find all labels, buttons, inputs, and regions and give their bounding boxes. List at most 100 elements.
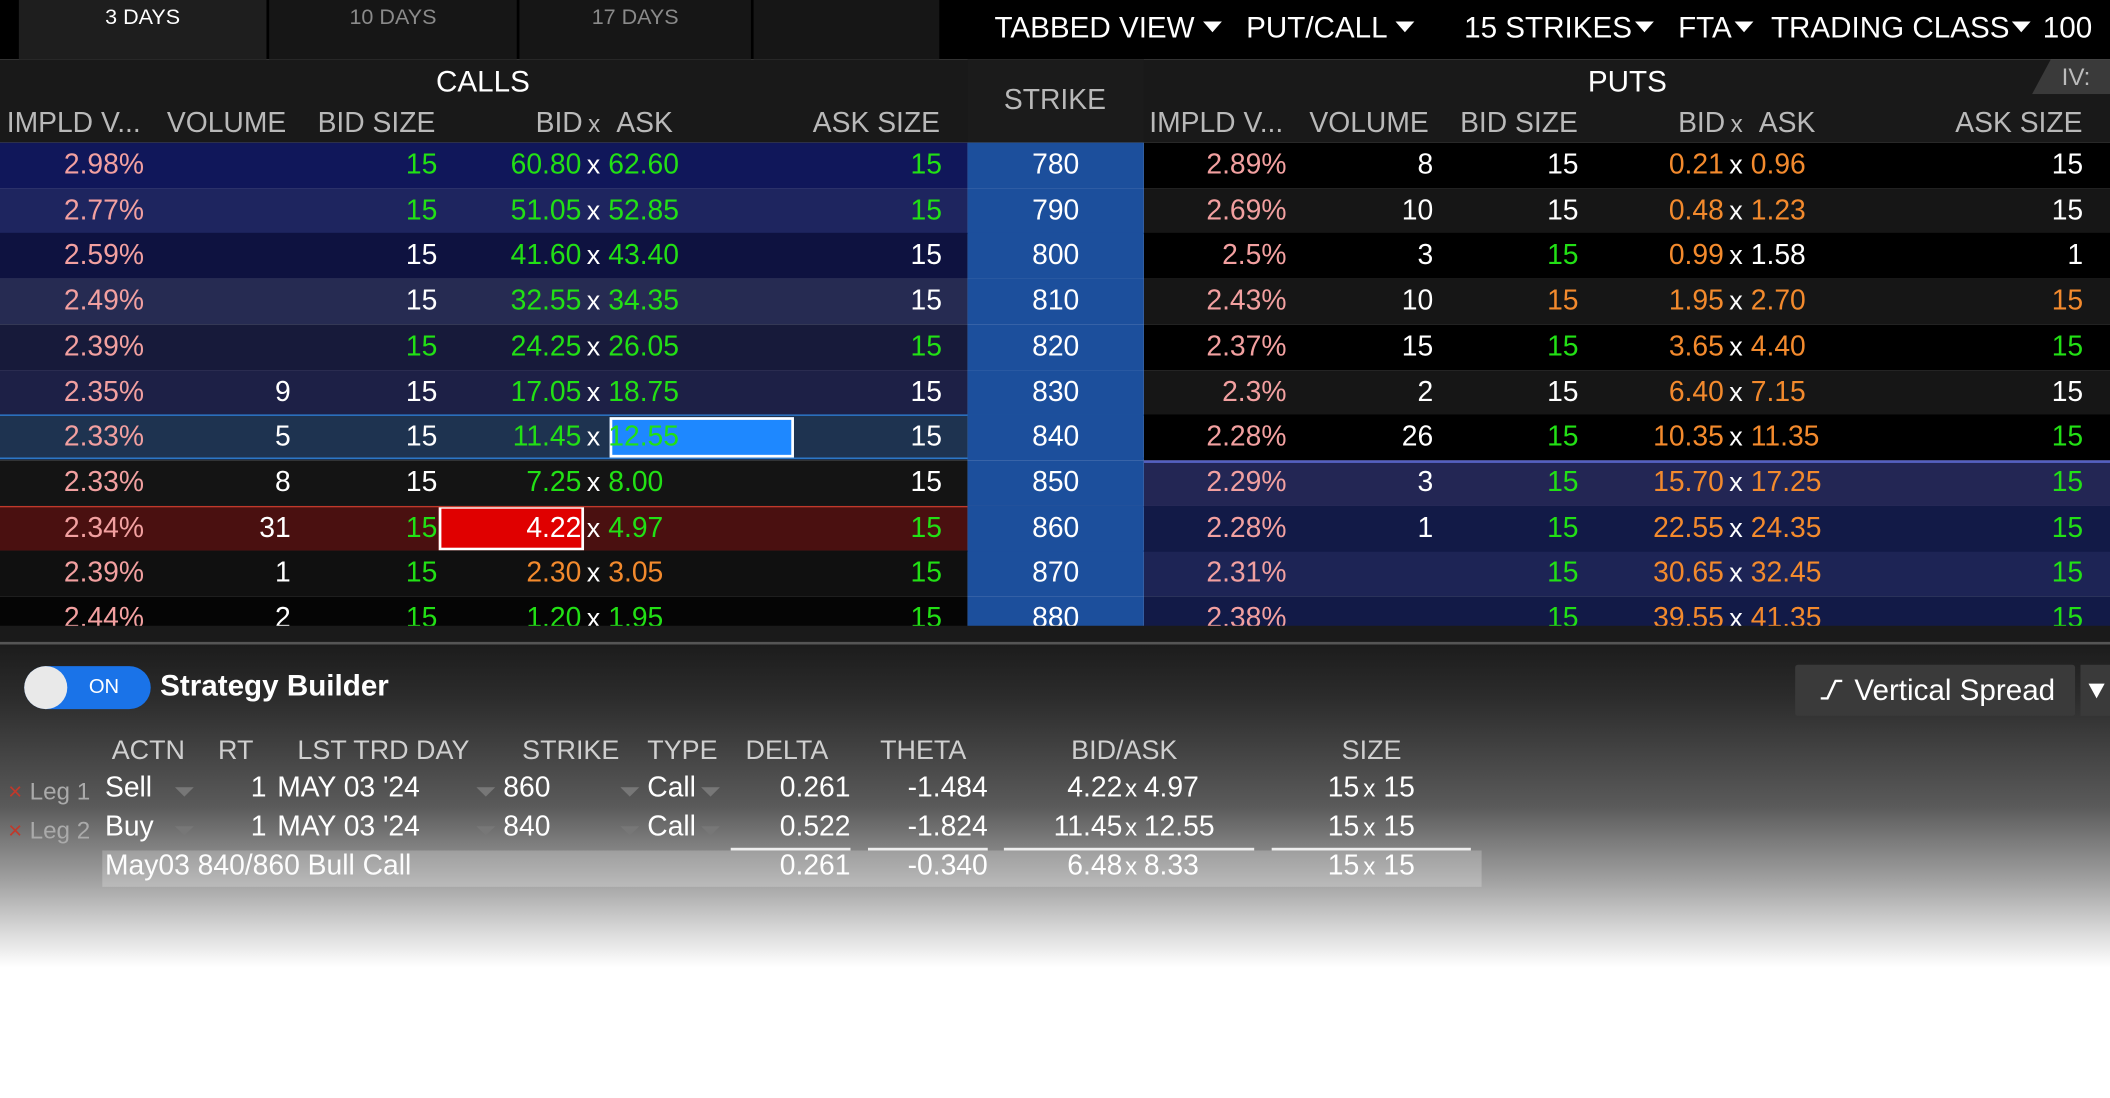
call-bid-size[interactable]: 15 xyxy=(336,188,437,234)
put-ask-size[interactable]: 15 xyxy=(1951,279,2083,325)
remove-leg-icon[interactable]: × xyxy=(8,817,22,845)
strike-price[interactable]: 810 xyxy=(967,278,1144,325)
call-implied-vol[interactable]: 2.49% xyxy=(0,279,144,325)
put-ask-size[interactable]: 15 xyxy=(1951,324,2083,370)
call-bid[interactable]: 11.45 xyxy=(444,415,582,461)
put-ask[interactable]: 0.96 xyxy=(1751,143,1806,189)
put-ask-size[interactable]: 15 xyxy=(1951,551,2083,597)
put-volume[interactable]: 2 xyxy=(1319,369,1433,415)
leg-strike[interactable]: 860 xyxy=(503,772,550,804)
call-bid-size[interactable]: 15 xyxy=(336,143,437,189)
strike-price[interactable]: 830 xyxy=(967,369,1144,416)
chain-row[interactable]: 2.49% 15 32.55 x 34.35 15 810 2.43% 10 15 1.95 x 2.7… xyxy=(0,278,2110,325)
leg-type[interactable]: Call xyxy=(647,772,696,804)
call-ask[interactable]: 3.05 xyxy=(608,551,663,597)
call-bid[interactable]: 2.30 xyxy=(444,551,581,597)
call-implied-vol[interactable]: 2.33% xyxy=(0,460,144,506)
put-bid[interactable]: 6.40 xyxy=(1588,369,1724,415)
call-bid[interactable]: 41.60 xyxy=(444,233,582,279)
put-bid[interactable]: 0.99 xyxy=(1588,233,1724,279)
call-bid-size[interactable]: 15 xyxy=(336,505,437,551)
tab-10-days[interactable]: 10 DAYS xyxy=(269,0,517,60)
put-bid-size-header[interactable]: BID SIZE xyxy=(1460,108,1578,140)
strike-column-header[interactable]: STRIKE xyxy=(1004,85,1106,117)
call-ask[interactable]: 62.60 xyxy=(608,143,679,189)
chevron-down-icon[interactable] xyxy=(476,787,496,797)
call-volume-header[interactable]: VOLUME xyxy=(167,108,286,140)
strikes-dropdown[interactable]: 15 STRIKES xyxy=(1464,11,1654,46)
call-implied-vol[interactable]: 2.34% xyxy=(0,505,144,551)
put-ask[interactable]: 11.35 xyxy=(1751,415,1820,461)
call-bid-size[interactable]: 15 xyxy=(336,369,437,415)
chain-row[interactable]: 2.39% 15 24.25 x 26.05 15 820 2.37% 15 15 3.65 x 4.4… xyxy=(0,324,2110,370)
call-ask-size[interactable]: 15 xyxy=(807,505,942,551)
chain-row[interactable]: 2.59% 15 41.60 x 43.40 15 800 2.5% 3 15 0.99 x 1.58 1 xyxy=(0,233,2110,280)
put-ask[interactable]: 2.70 xyxy=(1751,279,1806,325)
put-implied-vol[interactable]: 2.37% xyxy=(1144,324,1286,370)
put-ask-size[interactable]: 15 xyxy=(1951,369,2083,415)
put-implied-vol[interactable]: 2.31% xyxy=(1144,551,1286,597)
chain-row[interactable]: 2.77% 15 51.05 x 52.85 15 790 2.69% 10 15 0.48 x 1.2… xyxy=(0,187,2110,234)
call-bid-header[interactable]: BID xyxy=(536,108,583,140)
strategy-builder-toggle[interactable]: ON xyxy=(24,666,151,710)
tab-3-days[interactable]: 3 DAYS xyxy=(18,0,267,60)
put-bid[interactable]: 30.65 xyxy=(1588,551,1724,597)
call-implied-vol[interactable]: 2.77% xyxy=(0,188,144,234)
call-ask-size[interactable]: 15 xyxy=(807,551,942,597)
put-volume[interactable]: 1 xyxy=(1319,505,1433,551)
put-implied-vol[interactable]: 2.29% xyxy=(1144,460,1286,506)
put-ask-size[interactable]: 15 xyxy=(1951,143,2083,189)
put-iv-header[interactable]: IMPLD V... xyxy=(1149,108,1283,140)
call-ask-size[interactable]: 15 xyxy=(807,460,942,506)
put-bid-size[interactable]: 15 xyxy=(1480,415,1578,461)
put-implied-vol[interactable]: 2.89% xyxy=(1144,143,1286,189)
call-implied-vol[interactable]: 2.35% xyxy=(0,369,144,415)
fta-dropdown[interactable]: FTA xyxy=(1678,11,1754,46)
call-implied-vol[interactable]: 2.39% xyxy=(0,324,144,370)
chevron-down-icon[interactable] xyxy=(174,787,194,797)
put-ask-size[interactable]: 15 xyxy=(1951,460,2083,506)
leg-ratio[interactable]: 1 xyxy=(229,811,267,843)
call-ask-size[interactable]: 15 xyxy=(807,369,942,415)
chain-row[interactable]: 2.35% 9 15 17.05 x 18.75 15 830 2.3% 2 15 6.40 x 7.15… xyxy=(0,369,2110,416)
call-volume[interactable]: 1 xyxy=(175,551,291,597)
call-bid-size[interactable]: 15 xyxy=(336,551,437,597)
put-bid[interactable]: 22.55 xyxy=(1588,505,1724,551)
call-volume[interactable]: 5 xyxy=(175,415,291,461)
call-ask-header[interactable]: ASK xyxy=(616,108,673,140)
call-bid[interactable]: 17.05 xyxy=(444,369,582,415)
put-bid-size[interactable]: 15 xyxy=(1480,460,1578,506)
put-volume[interactable]: 15 xyxy=(1319,324,1433,370)
chevron-down-icon[interactable] xyxy=(174,826,194,836)
call-bid-size[interactable]: 15 xyxy=(336,415,437,461)
call-implied-vol[interactable]: 2.98% xyxy=(0,143,144,189)
strike-price[interactable]: 800 xyxy=(967,233,1144,280)
put-ask-size[interactable]: 15 xyxy=(1951,505,2083,551)
multiplier-value[interactable]: 100 xyxy=(2043,11,2092,46)
put-ask-size[interactable]: 15 xyxy=(1951,188,2083,234)
put-ask[interactable]: 17.25 xyxy=(1751,460,1822,506)
tab-17-days[interactable]: 17 DAYS xyxy=(519,0,751,60)
put-volume[interactable]: 26 xyxy=(1319,415,1433,461)
vertical-spread-button[interactable]: Vertical Spread xyxy=(1795,664,2076,716)
put-ask[interactable]: 7.15 xyxy=(1751,369,1806,415)
call-ask-size[interactable]: 15 xyxy=(807,143,942,189)
put-ask[interactable]: 24.35 xyxy=(1751,505,1822,551)
call-ask-size[interactable]: 15 xyxy=(807,188,942,234)
call-ask[interactable]: 34.35 xyxy=(608,279,679,325)
put-ask-size-header[interactable]: ASK SIZE xyxy=(1955,108,2082,140)
leg-last-day[interactable]: MAY 03 '24 xyxy=(277,811,420,843)
call-bid-size[interactable]: 15 xyxy=(336,324,437,370)
call-volume[interactable]: 31 xyxy=(175,505,290,551)
put-volume[interactable]: 10 xyxy=(1319,279,1433,325)
put-bid-size[interactable]: 15 xyxy=(1480,188,1578,234)
put-bid[interactable]: 15.70 xyxy=(1588,460,1724,506)
leg-strike[interactable]: 840 xyxy=(503,811,550,843)
call-bid-size[interactable]: 15 xyxy=(336,279,437,325)
call-bid[interactable]: 24.25 xyxy=(444,324,582,370)
put-volume[interactable]: 3 xyxy=(1319,460,1433,506)
tabbed-view-dropdown[interactable]: TABBED VIEW xyxy=(994,11,1222,46)
put-volume[interactable]: 8 xyxy=(1319,143,1433,189)
chain-row[interactable]: 2.33% 8 15 7.25 x 8.00 15 850 2.29% 3 15 15.70 x 17.2… xyxy=(0,460,2110,506)
leg-action[interactable]: Sell xyxy=(105,772,152,804)
